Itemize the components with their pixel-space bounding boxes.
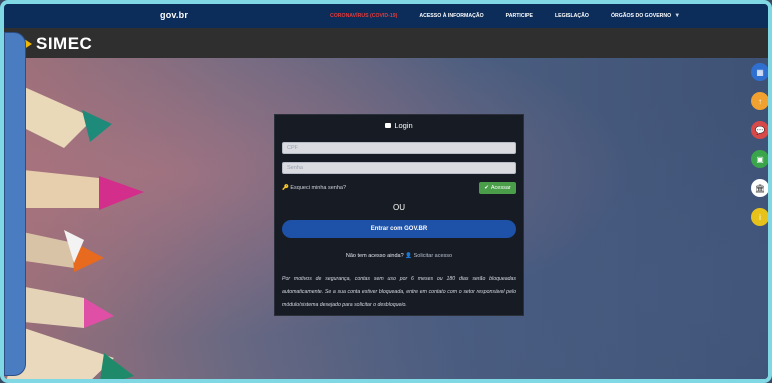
gov-links: CORONAVÍRUS (COVID-19) ACESSO À INFORMAÇ… — [330, 4, 680, 28]
institution-icon: 🏛 — [754, 183, 766, 193]
gov-link-government-bodies-label: ÓRGÃOS DO GOVERNO — [610, 13, 672, 19]
password-placeholder: Senha — [287, 165, 303, 171]
forgot-password-label: Esqueci minha senha? — [290, 185, 347, 191]
password-field[interactable]: Senha — [282, 162, 516, 174]
gov-link-info-access[interactable]: ACESSO À INFORMAÇÃO — [419, 13, 483, 19]
login-title: Login — [275, 121, 523, 130]
login-title-text: Login — [394, 121, 413, 130]
submit-button[interactable]: ✔ Acessar — [479, 182, 516, 194]
gov-logo[interactable]: gov.br — [160, 10, 188, 20]
cpf-placeholder: CPF — [287, 145, 298, 151]
pencils-background-illustration — [4, 78, 144, 379]
login-panel: Login CPF Senha 🔑 Esqueci minha senha? ✔… — [274, 114, 524, 316]
chevron-down-icon: ▼ — [674, 13, 681, 19]
gov-link-participate[interactable]: PARTICIPE — [506, 13, 533, 19]
chat-button[interactable]: 💬 — [751, 121, 768, 139]
lock-icon — [385, 123, 392, 128]
simec-logo-text: SIMEC — [36, 34, 93, 53]
no-access-question: Não tem acesso ainda? — [345, 253, 404, 259]
app-frame: gov.br CORONAVÍRUS (COVID-19) ACESSO À I… — [0, 0, 772, 383]
message-icon: ▣ — [756, 154, 764, 164]
or-divider: OU — [393, 203, 405, 212]
check-icon: ✔ — [484, 185, 489, 191]
key-icon: 🔑 — [282, 185, 289, 191]
user-icon: 👤 — [405, 253, 413, 259]
side-panel-tab[interactable] — [4, 32, 26, 376]
govbr-login-button[interactable]: Entrar com GOV.BR — [282, 220, 516, 238]
forgot-password-link[interactable]: 🔑 Esqueci minha senha? — [282, 185, 346, 191]
submit-label: Acessar — [490, 185, 511, 191]
info-icon: i — [759, 212, 761, 222]
grid-button[interactable]: ▦ — [751, 63, 768, 81]
brand-bar — [4, 28, 768, 58]
gov-link-covid[interactable]: CORONAVÍRUS (COVID-19) — [330, 13, 397, 19]
floating-action-buttons: ▦ ↑ 💬 ▣ 🏛 i — [751, 63, 768, 226]
gov-top-bar: gov.br CORONAVÍRUS (COVID-19) ACESSO À I… — [4, 4, 768, 28]
gov-link-government-bodies[interactable]: ÓRGÃOS DO GOVERNO ▼ — [611, 13, 680, 19]
request-access-link[interactable]: Solicitar acesso — [414, 253, 453, 259]
institution-button[interactable]: 🏛 — [751, 179, 768, 197]
upload-icon: ↑ — [758, 96, 762, 106]
chat-icon: 💬 — [755, 125, 765, 135]
message-button[interactable]: ▣ — [751, 150, 768, 168]
info-button[interactable]: i — [751, 208, 768, 226]
grid-icon: ▦ — [756, 67, 764, 77]
upload-button[interactable]: ↑ — [751, 92, 768, 110]
request-access-row: Não tem acesso ainda? 👤 Solicitar acesso — [275, 253, 523, 259]
cpf-field[interactable]: CPF — [282, 142, 516, 154]
security-notice: Por motivos de segurança, contas sem uso… — [282, 276, 516, 308]
gov-link-legislation[interactable]: LEGISLAÇÃO — [555, 13, 589, 19]
simec-logo[interactable]: SIMEC — [18, 34, 92, 54]
